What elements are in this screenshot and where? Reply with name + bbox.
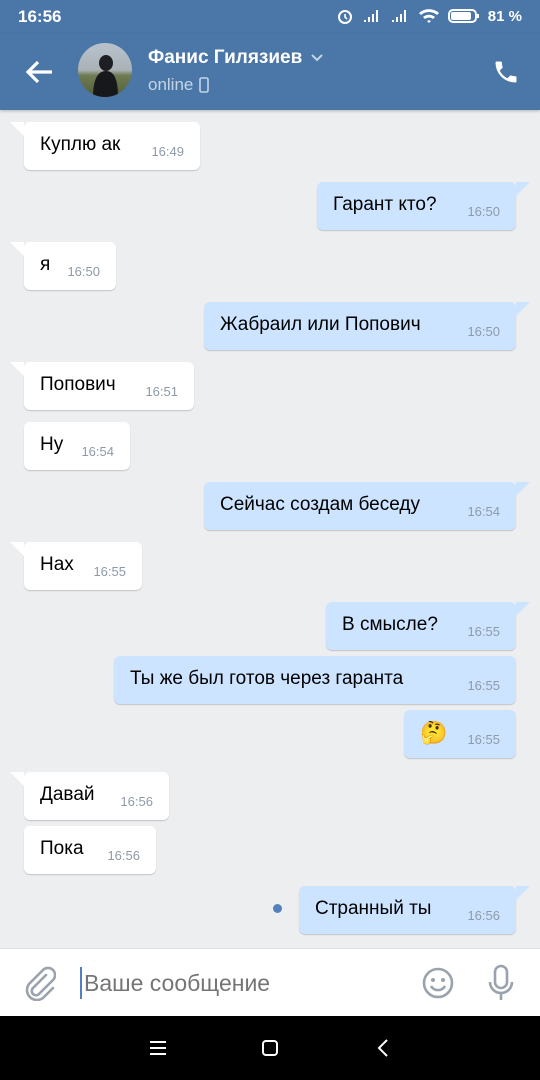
message-text: Гарант кто? bbox=[333, 194, 437, 215]
signal-icon-2 bbox=[391, 10, 406, 22]
status-bar: 16:56 81 % bbox=[0, 0, 540, 34]
message-bubble[interactable]: Жабраил или Попович 16:50 bbox=[204, 302, 530, 350]
bubble-tail bbox=[10, 242, 24, 256]
bubble-tail bbox=[516, 482, 530, 496]
wifi-icon bbox=[418, 9, 439, 23]
contact-status: online bbox=[148, 75, 194, 94]
battery-level: 81 % bbox=[487, 7, 522, 25]
paperclip-icon[interactable] bbox=[22, 965, 56, 1001]
chevron-down-icon bbox=[311, 54, 324, 62]
message-time: 16:54 bbox=[81, 444, 114, 459]
message-text: Ну bbox=[40, 434, 64, 455]
status-icons: 81 % bbox=[336, 7, 522, 25]
message-bubble[interactable]: В смысле? 16:55 bbox=[326, 602, 530, 650]
message-bubble[interactable]: Ты же был готов через гаранта 16:55 bbox=[114, 656, 516, 704]
message-bubble[interactable]: Сейчас создам беседу 16:54 bbox=[204, 482, 530, 530]
message-input[interactable] bbox=[80, 967, 404, 999]
status-time: 16:56 bbox=[18, 7, 62, 26]
message-text: Жабраил или Попович bbox=[220, 314, 421, 335]
message-bubble[interactable]: Попович 16:51 bbox=[10, 362, 194, 410]
message-bubble[interactable]: Давай 16:56 bbox=[10, 772, 169, 820]
message-time: 16:55 bbox=[467, 678, 500, 693]
message-time: 16:50 bbox=[467, 324, 500, 339]
message-time: 16:49 bbox=[151, 144, 184, 159]
alarm-icon bbox=[337, 10, 352, 24]
system-navigation-bar bbox=[0, 1016, 540, 1080]
message-text: я bbox=[40, 254, 51, 275]
message-composer bbox=[0, 948, 540, 1017]
message-text: Странный ты bbox=[315, 898, 432, 919]
bubble-tail bbox=[516, 302, 530, 316]
contact-status-row: online bbox=[148, 75, 210, 95]
menu-icon[interactable] bbox=[146, 1036, 170, 1060]
contact-name-row[interactable]: Фанис Гилязиев bbox=[148, 47, 324, 69]
message-time: 16:50 bbox=[67, 264, 100, 279]
message-time: 16:55 bbox=[467, 732, 500, 747]
battery-icon bbox=[447, 9, 479, 23]
message-text: Попович bbox=[40, 374, 116, 395]
message-time: 16:54 bbox=[467, 504, 500, 519]
thinking-face-emoji: 🤔 bbox=[420, 720, 448, 745]
message-time: 16:56 bbox=[107, 848, 140, 863]
contact-name: Фанис Гилязиев bbox=[148, 47, 303, 68]
message-bubble[interactable]: 🤔 16:55 bbox=[404, 710, 516, 758]
message-text: Сейчас создам беседу bbox=[220, 494, 420, 515]
phone-icon[interactable] bbox=[492, 58, 520, 86]
arrow-left-icon[interactable] bbox=[22, 56, 56, 88]
message-text: Пока bbox=[40, 838, 84, 859]
unread-indicator-dot bbox=[273, 904, 282, 913]
microphone-icon[interactable] bbox=[487, 964, 515, 1002]
message-time: 16:50 bbox=[467, 204, 500, 219]
bubble-tail bbox=[10, 542, 24, 556]
message-bubble[interactable]: Нах 16:55 bbox=[10, 542, 142, 590]
message-text: Нах bbox=[40, 554, 74, 575]
bubble-tail bbox=[10, 362, 24, 376]
bubble-tail bbox=[516, 602, 530, 616]
nav-back-icon[interactable] bbox=[372, 1036, 396, 1060]
message-text: Ты же был готов через гаранта bbox=[130, 668, 404, 689]
avatar[interactable] bbox=[78, 43, 132, 97]
message-text: В смысле? bbox=[342, 614, 438, 635]
message-bubble[interactable]: Гарант кто? 16:50 bbox=[317, 182, 530, 230]
signal-icon bbox=[363, 10, 378, 22]
message-time: 16:56 bbox=[467, 908, 500, 923]
message-bubble[interactable]: я 16:50 bbox=[10, 242, 116, 290]
message-bubble[interactable]: Пока 16:56 bbox=[24, 826, 156, 874]
bubble-tail bbox=[10, 772, 24, 786]
message-time: 16:51 bbox=[145, 384, 178, 399]
chat-header: Фанис Гилязиев online bbox=[0, 34, 540, 110]
message-bubble[interactable]: Куплю ак 16:49 bbox=[10, 122, 200, 170]
message-bubble[interactable]: Странный ты 16:56 bbox=[299, 886, 530, 934]
message-bubble[interactable]: Ну 16:54 bbox=[24, 422, 130, 470]
message-time: 16:56 bbox=[120, 794, 153, 809]
home-square-icon[interactable] bbox=[258, 1036, 282, 1060]
message-text: Куплю ак bbox=[40, 134, 121, 155]
bubble-tail bbox=[516, 182, 530, 196]
message-time: 16:55 bbox=[467, 624, 500, 639]
bubble-tail bbox=[10, 122, 24, 136]
message-text: Давай bbox=[40, 784, 95, 805]
mobile-device-icon bbox=[199, 77, 210, 93]
message-time: 16:55 bbox=[93, 564, 126, 579]
avatar-person-icon bbox=[93, 55, 118, 97]
smile-icon[interactable] bbox=[421, 966, 455, 1000]
message-list[interactable]: Куплю ак 16:49 Гарант кто? 16:50 я 16:50 Жа… bbox=[0, 110, 540, 948]
bubble-tail bbox=[516, 886, 530, 900]
